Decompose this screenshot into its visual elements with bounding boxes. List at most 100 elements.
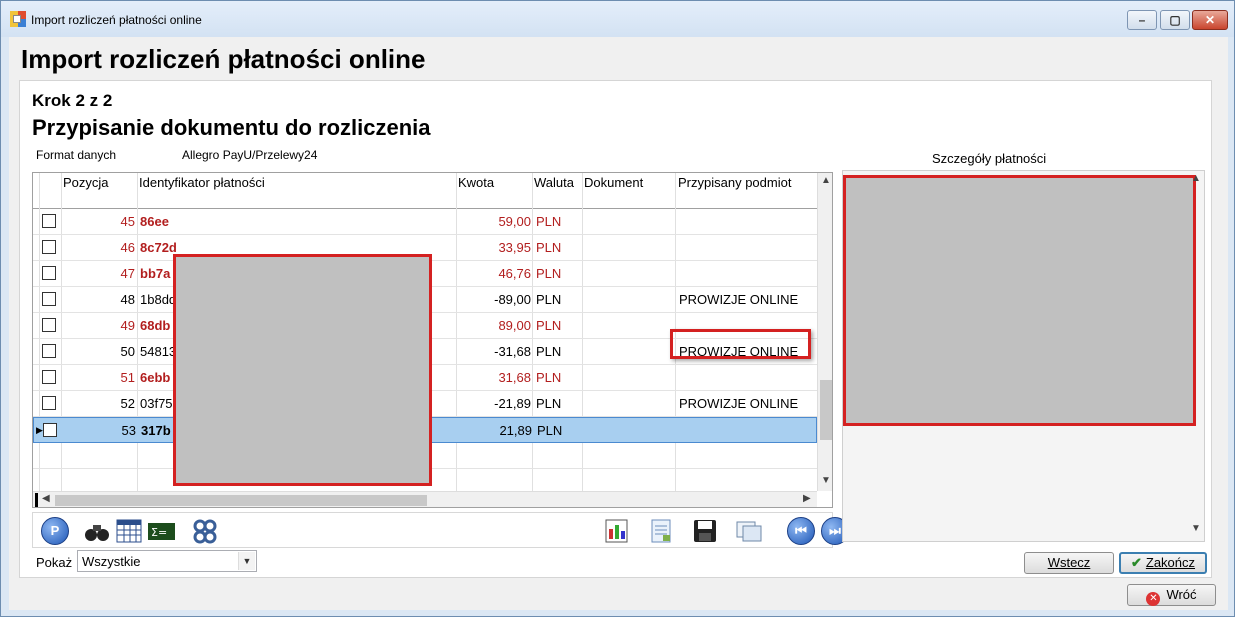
- cell-waluta: PLN: [536, 318, 562, 333]
- windows-icon[interactable]: [735, 517, 763, 545]
- finish-button[interactable]: ✔ Zakończ: [1119, 552, 1207, 574]
- cell-kwota: 59,00: [498, 214, 531, 229]
- save-icon[interactable]: [691, 517, 719, 545]
- col-header-kwota[interactable]: Kwota: [458, 175, 494, 190]
- row-checkbox[interactable]: [43, 423, 57, 437]
- scroll-thumb[interactable]: [820, 380, 832, 440]
- scroll-down-icon[interactable]: ▼: [818, 475, 832, 486]
- formula-icon[interactable]: Σ=: [147, 517, 175, 545]
- row-checkbox[interactable]: [42, 318, 56, 332]
- first-record-icon[interactable]: ⏮: [787, 517, 815, 545]
- cell-waluta: PLN: [536, 292, 562, 307]
- row-checkbox[interactable]: [42, 344, 56, 358]
- cell-pos: 53: [121, 423, 136, 438]
- row-checkbox[interactable]: [42, 214, 56, 228]
- wizard-panel: Krok 2 z 2 Przypisanie dokumentu do rozl…: [19, 80, 1212, 578]
- binoculars-icon[interactable]: [83, 517, 111, 545]
- exit-button[interactable]: ✕ Wróć: [1127, 584, 1216, 606]
- redacted-identifiers: [173, 254, 432, 486]
- cell-pos: 51: [120, 370, 135, 385]
- cell-kwota: 33,95: [498, 240, 531, 255]
- close-circle-icon: ✕: [1146, 592, 1161, 606]
- back-button-label: Wstecz: [1047, 555, 1091, 570]
- cell-pos: 45: [120, 214, 135, 229]
- col-header-id[interactable]: Identyfikator płatności: [139, 175, 265, 190]
- page-title: Import rozliczeń płatności online: [21, 44, 426, 74]
- import-window: Import rozliczeń płatności online – ▢ ✕ …: [0, 0, 1235, 617]
- details-label: Szczegóły płatności: [932, 151, 1047, 166]
- table-row[interactable]: 45 86ee 59,00 PLN: [33, 209, 817, 235]
- row-checkbox[interactable]: [42, 292, 56, 306]
- exit-button-label: Wróć: [1166, 587, 1197, 602]
- close-button[interactable]: ✕: [1192, 10, 1228, 30]
- maximize-icon: ▢: [1169, 13, 1181, 27]
- hscroll-thumb[interactable]: [55, 495, 427, 506]
- maximize-button[interactable]: ▢: [1160, 10, 1190, 30]
- cell-kwota: 89,00: [498, 318, 531, 333]
- show-filter-label: Pokaż: [36, 555, 73, 570]
- grid-header: Pozycja Identyfikator płatności Kwota Wa…: [33, 173, 817, 209]
- scroll-up-icon[interactable]: ▲: [818, 175, 832, 186]
- row-checkbox[interactable]: [42, 370, 56, 384]
- app-icon: [10, 11, 26, 27]
- link-icon[interactable]: [191, 517, 219, 545]
- scroll-up-icon[interactable]: ▲: [1191, 173, 1201, 184]
- scroll-right-icon[interactable]: ▶: [803, 493, 811, 504]
- row-checkbox[interactable]: [42, 240, 56, 254]
- cell-waluta: PLN: [536, 240, 562, 255]
- highlight-box: [670, 329, 811, 359]
- minimize-button[interactable]: –: [1127, 10, 1157, 30]
- cell-waluta: PLN: [536, 266, 562, 281]
- cell-kwota: -89,00: [494, 292, 531, 307]
- cell-pos: 49: [120, 318, 135, 333]
- cell-waluta: PLN: [537, 423, 563, 438]
- step-indicator: Krok 2 z 2: [32, 91, 113, 110]
- redacted-details: [843, 175, 1196, 426]
- payment-details-panel: ▲ ▼: [842, 170, 1205, 542]
- chevron-down-icon[interactable]: ▼: [238, 552, 255, 570]
- show-filter-value: Wszystkie: [82, 554, 141, 569]
- col-header-podmiot[interactable]: Przypisany podmiot: [678, 175, 791, 190]
- cell-kwota: 21,89: [499, 423, 532, 438]
- col-header-dokument[interactable]: Dokument: [584, 175, 643, 190]
- grid-vertical-scrollbar[interactable]: ▲ ▼: [817, 173, 832, 491]
- cell-podmiot: PROWIZJE ONLINE: [679, 292, 799, 307]
- step-title: Przypisanie dokumentu do rozliczenia: [32, 115, 431, 140]
- back-button[interactable]: Wstecz: [1024, 552, 1114, 574]
- cell-id: 8c72d: [140, 240, 177, 255]
- client-area: Import rozliczeń płatności online Krok 2…: [9, 37, 1228, 610]
- row-checkbox[interactable]: [42, 266, 56, 280]
- calendar-grid-icon[interactable]: [115, 517, 143, 545]
- cell-waluta: PLN: [536, 396, 562, 411]
- scroll-down-icon[interactable]: ▼: [1191, 523, 1201, 534]
- row-checkbox[interactable]: [42, 396, 56, 410]
- cell-kwota: 46,76: [498, 266, 531, 281]
- current-row-indicator: ▶: [36, 425, 43, 435]
- minimize-icon: –: [1138, 13, 1146, 27]
- cell-kwota: -31,68: [494, 344, 531, 359]
- cell-id: 86ee: [140, 214, 169, 229]
- cell-kwota: 31,68: [498, 370, 531, 385]
- zoom-icon[interactable]: P: [41, 517, 69, 545]
- scroll-left-icon[interactable]: ◀: [42, 493, 50, 504]
- svg-text:Σ=: Σ=: [151, 526, 167, 539]
- col-header-waluta[interactable]: Waluta: [534, 175, 574, 190]
- cell-podmiot: PROWIZJE ONLINE: [679, 396, 799, 411]
- grid-horizontal-scrollbar[interactable]: ◀ ▶: [33, 491, 817, 507]
- show-filter-select[interactable]: Wszystkie ▼: [77, 550, 257, 572]
- details-scrollbar[interactable]: ▲ ▼: [1189, 171, 1205, 541]
- cell-waluta: PLN: [536, 214, 562, 229]
- cell-pos: 47: [120, 266, 135, 281]
- cell-pos: 48: [120, 292, 135, 307]
- col-header-pos[interactable]: Pozycja: [63, 175, 109, 190]
- grid-toolbar: P Σ= ⏮ ⏭: [32, 512, 849, 548]
- window-title: Import rozliczeń płatności online: [31, 13, 202, 27]
- document-icon[interactable]: [647, 517, 675, 545]
- format-value: Allegro PayU/Przelewy24: [182, 148, 318, 162]
- format-label: Format danych: [36, 148, 117, 162]
- cell-pos: 50: [120, 344, 135, 359]
- cell-pos: 52: [120, 396, 135, 411]
- cell-waluta: PLN: [536, 370, 562, 385]
- check-icon: ✔: [1130, 555, 1142, 570]
- report-icon[interactable]: [603, 517, 631, 545]
